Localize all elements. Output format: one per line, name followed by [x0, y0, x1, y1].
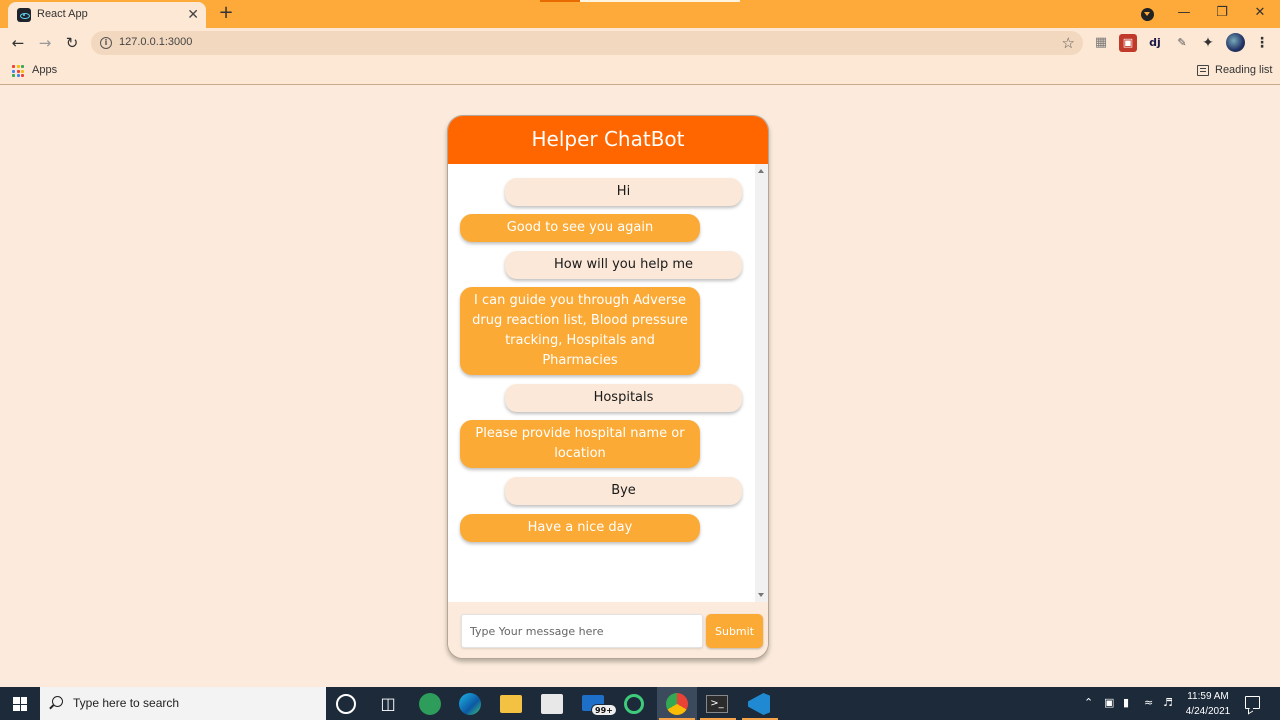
taskbar-search-placeholder[interactable]: Type here to search: [73, 696, 179, 710]
chatgpt-app-icon[interactable]: [419, 693, 441, 715]
search-icon: [52, 696, 63, 707]
browser-tab-bar: React App ✕ + — ❐ ✕: [0, 0, 1280, 28]
user-message: Hi: [505, 178, 742, 206]
tab-title: React App: [37, 8, 88, 20]
user-message: Hospitals: [505, 384, 742, 412]
chrome-icon[interactable]: [666, 693, 688, 715]
submit-button[interactable]: Submit: [706, 614, 763, 648]
browser-toolbar: ← → ↻ i 127.0.0.1:3000 ☆ ▦ ▣ dj ✎ ✦ ⋮: [0, 28, 1280, 58]
minimize-icon[interactable]: —: [1172, 3, 1196, 23]
chat-messages-area[interactable]: Hi Good to see you again How will you he…: [448, 164, 768, 602]
chat-title: Helper ChatBot: [531, 127, 685, 151]
start-button[interactable]: [0, 687, 40, 720]
puzzle-icon[interactable]: ✦: [1199, 34, 1217, 52]
reading-list-link[interactable]: Reading list: [1215, 64, 1272, 76]
authenticator-icon[interactable]: [624, 694, 644, 714]
chatbot-window: Helper ChatBot Hi Good to see you again …: [447, 115, 769, 659]
windows-logo-icon: [13, 697, 27, 711]
task-view-icon[interactable]: ◫: [377, 693, 399, 715]
file-explorer-icon[interactable]: [500, 695, 522, 713]
user-message: How will you help me: [505, 251, 742, 279]
window-close-icon[interactable]: ✕: [1248, 3, 1272, 23]
device-icon[interactable]: ▣: [1104, 695, 1114, 711]
tab-strip-accent: [540, 0, 580, 2]
apps-grid-icon[interactable]: [12, 65, 24, 77]
bot-message: Have a nice day: [460, 514, 700, 542]
taskbar-search[interactable]: Type here to search: [40, 687, 326, 720]
reload-icon[interactable]: ↻: [62, 33, 82, 53]
show-hidden-icons-chevron-icon[interactable]: ⌃: [1084, 695, 1093, 711]
bookmark-star-icon[interactable]: ☆: [1062, 33, 1075, 53]
windows-taskbar: Type here to search ◫ 99+ >_ ⌃ ▣ ▮ ≈ ♬ 1…: [0, 687, 1280, 720]
vscode-icon[interactable]: [748, 693, 770, 715]
pen-icon[interactable]: ✎: [1173, 34, 1191, 52]
tab-search-icon[interactable]: [1141, 8, 1154, 21]
edge-icon[interactable]: [459, 693, 481, 715]
mail-badge: 99+: [591, 704, 617, 716]
chat-scrollbar[interactable]: [755, 164, 768, 602]
close-tab-icon[interactable]: ✕: [187, 6, 199, 24]
wifi-icon[interactable]: ≈: [1144, 695, 1153, 711]
message-input[interactable]: [461, 614, 703, 648]
pdf-icon[interactable]: ▣: [1119, 34, 1137, 52]
volume-icon[interactable]: ♬: [1163, 695, 1173, 711]
battery-icon[interactable]: ▮: [1123, 695, 1129, 711]
cortana-icon[interactable]: [336, 694, 356, 714]
system-clock[interactable]: 11:59 AM 4/24/2021: [1183, 689, 1233, 719]
clock-date: 4/24/2021: [1185, 706, 1231, 717]
back-icon[interactable]: ←: [8, 33, 28, 53]
scroll-down-icon[interactable]: [758, 593, 764, 597]
chat-header: Helper ChatBot: [448, 116, 768, 164]
terminal-icon[interactable]: >_: [706, 695, 728, 713]
react-icon: [17, 8, 31, 22]
browser-menu-icon[interactable]: ⋮: [1255, 33, 1269, 53]
bookmarks-bar: Apps Reading list: [0, 58, 1280, 85]
chat-input-bar: Submit: [448, 602, 768, 658]
profile-avatar[interactable]: [1226, 33, 1245, 52]
clock-time: 11:59 AM: [1187, 691, 1229, 702]
store-icon[interactable]: [541, 694, 563, 714]
restore-icon[interactable]: ❐: [1210, 3, 1234, 23]
new-tab-button[interactable]: +: [216, 3, 236, 23]
reading-list-icon[interactable]: [1197, 65, 1209, 76]
bot-message: Good to see you again: [460, 214, 700, 242]
tab-strip-accent-light: [580, 0, 740, 2]
user-message: Bye: [505, 477, 742, 505]
address-bar[interactable]: i 127.0.0.1:3000 ☆: [91, 31, 1083, 55]
chart-icon[interactable]: ▦: [1092, 34, 1110, 52]
bot-message: Please provide hospital name or location: [460, 420, 700, 468]
scroll-up-icon[interactable]: [758, 169, 764, 173]
forward-icon[interactable]: →: [35, 33, 55, 53]
url-text[interactable]: 127.0.0.1:3000: [119, 36, 192, 48]
apps-link[interactable]: Apps: [32, 64, 57, 76]
browser-tab[interactable]: React App ✕: [8, 2, 206, 28]
notification-center-icon[interactable]: [1245, 696, 1260, 709]
bot-message: I can guide you through Adverse drug rea…: [460, 287, 700, 375]
dj-icon[interactable]: dj: [1146, 34, 1164, 52]
site-info-icon[interactable]: i: [100, 37, 112, 49]
